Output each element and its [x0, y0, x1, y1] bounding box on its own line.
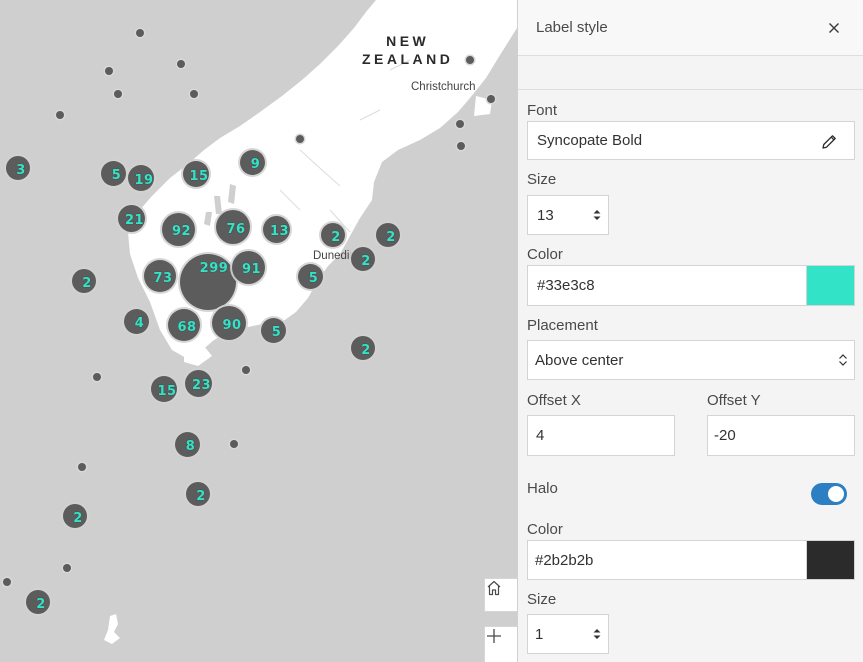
offset-y-value: -20	[714, 427, 736, 444]
city-label-christchurch: Christchurch	[411, 81, 476, 93]
cluster-marker[interactable]: 5	[101, 161, 126, 186]
home-button[interactable]	[484, 578, 517, 612]
cluster-marker[interactable]: 90	[212, 306, 246, 340]
font-value: Syncopate Bold	[537, 132, 643, 149]
halo-toggle[interactable]	[811, 483, 847, 505]
cluster-marker[interactable]: 299	[180, 254, 236, 310]
point-marker[interactable]	[177, 60, 185, 68]
halo-color-swatch[interactable]	[806, 540, 855, 580]
cluster-marker[interactable]: 2	[351, 247, 375, 271]
cluster-marker[interactable]: 15	[151, 376, 177, 402]
point-marker[interactable]	[105, 67, 113, 75]
halo-size-stepper[interactable]: 1	[527, 614, 609, 654]
panel-divider-strip	[518, 56, 863, 90]
cluster-marker[interactable]: 2	[351, 336, 375, 360]
color-swatch[interactable]	[806, 265, 855, 306]
point-marker[interactable]	[78, 463, 86, 471]
cluster-marker[interactable]: 9	[240, 150, 265, 175]
spinner-arrows-icon[interactable]	[592, 208, 602, 222]
cluster-marker[interactable]: 21	[118, 205, 145, 232]
cluster-marker[interactable]: 76	[216, 210, 250, 244]
cluster-marker[interactable]: 8	[175, 432, 200, 457]
placement-label: Placement	[527, 317, 598, 334]
placement-select[interactable]: Above center	[527, 340, 855, 380]
cluster-marker[interactable]: 5	[261, 318, 286, 343]
point-marker[interactable]	[230, 440, 238, 448]
map-view[interactable]: NEW ZEALAND Christchurch Dunedin 3 5 19 …	[0, 0, 517, 662]
size-value: 13	[537, 206, 554, 224]
cluster-marker[interactable]: 13	[263, 216, 290, 243]
point-marker[interactable]	[136, 29, 144, 37]
country-label: NEW ZEALAND	[362, 33, 454, 67]
offset-y-input[interactable]: -20	[707, 415, 855, 456]
font-picker[interactable]: Syncopate Bold	[527, 121, 855, 160]
pencil-icon[interactable]	[821, 133, 838, 150]
spinner-arrows-icon[interactable]	[592, 627, 602, 641]
halo-color-label: Color	[527, 521, 563, 538]
panel-header: Label style	[518, 0, 863, 56]
home-icon	[487, 580, 501, 596]
label-style-panel: Label style Font Syncopate Bold Size 13 …	[517, 0, 863, 662]
size-stepper[interactable]: 13	[527, 195, 609, 235]
point-marker[interactable]	[3, 578, 11, 586]
placement-value: Above center	[535, 351, 624, 369]
zoom-in-button[interactable]	[484, 626, 517, 662]
close-icon	[829, 22, 839, 33]
point-marker[interactable]	[63, 564, 71, 572]
halo-label: Halo	[527, 480, 558, 497]
font-label: Font	[527, 102, 558, 119]
cluster-marker[interactable]: 2	[26, 590, 50, 614]
cluster-marker[interactable]: 4	[124, 309, 149, 334]
cluster-marker[interactable]: 15	[183, 161, 209, 187]
cluster-marker[interactable]: 5	[298, 264, 323, 289]
plus-icon	[487, 629, 501, 643]
point-marker[interactable]	[190, 90, 198, 98]
cluster-marker[interactable]: 3	[6, 156, 30, 180]
point-marker[interactable]	[466, 56, 474, 64]
select-arrows-icon	[839, 354, 847, 366]
halo-color-hex-input[interactable]: #2b2b2b	[527, 540, 807, 580]
cluster-marker[interactable]: 2	[72, 269, 96, 293]
cluster-marker[interactable]: 91	[232, 251, 265, 284]
close-button[interactable]	[823, 17, 845, 39]
land-layer	[104, 0, 517, 644]
point-marker[interactable]	[242, 366, 250, 374]
color-hex-value: #33e3c8	[537, 277, 595, 294]
halo-toggle-knob	[828, 486, 844, 502]
point-marker[interactable]	[457, 142, 465, 150]
cluster-marker[interactable]: 2	[186, 482, 210, 506]
halo-color-hex-value: #2b2b2b	[535, 551, 594, 569]
cluster-marker[interactable]: 68	[168, 309, 200, 341]
cluster-marker[interactable]: 23	[185, 370, 212, 397]
color-label: Color	[527, 246, 563, 263]
point-marker[interactable]	[114, 90, 122, 98]
offset-x-input[interactable]: 4	[527, 415, 675, 456]
point-marker[interactable]	[56, 111, 64, 119]
color-hex-input[interactable]: #33e3c8	[527, 265, 807, 306]
offset-y-label: Offset Y	[707, 392, 761, 409]
cluster-marker[interactable]: 2	[63, 504, 87, 528]
small-island	[104, 614, 120, 644]
cluster-marker[interactable]: 73	[144, 260, 176, 292]
cluster-marker[interactable]: 92	[162, 213, 195, 246]
point-marker[interactable]	[93, 373, 101, 381]
halo-size-value: 1	[535, 625, 544, 643]
halo-size-label: Size	[527, 591, 557, 608]
offset-x-value: 4	[536, 427, 545, 444]
offset-x-label: Offset X	[527, 392, 581, 409]
cluster-marker[interactable]: 19	[128, 165, 154, 191]
point-marker[interactable]	[487, 95, 495, 103]
panel-title: Label style	[536, 19, 608, 36]
size-label: Size	[527, 171, 557, 188]
city-label-dunedin: Dunedin	[313, 250, 356, 262]
cluster-marker[interactable]: 2	[376, 223, 400, 247]
point-marker[interactable]	[456, 120, 464, 128]
cluster-marker[interactable]: 2	[321, 223, 345, 247]
point-marker[interactable]	[296, 135, 304, 143]
